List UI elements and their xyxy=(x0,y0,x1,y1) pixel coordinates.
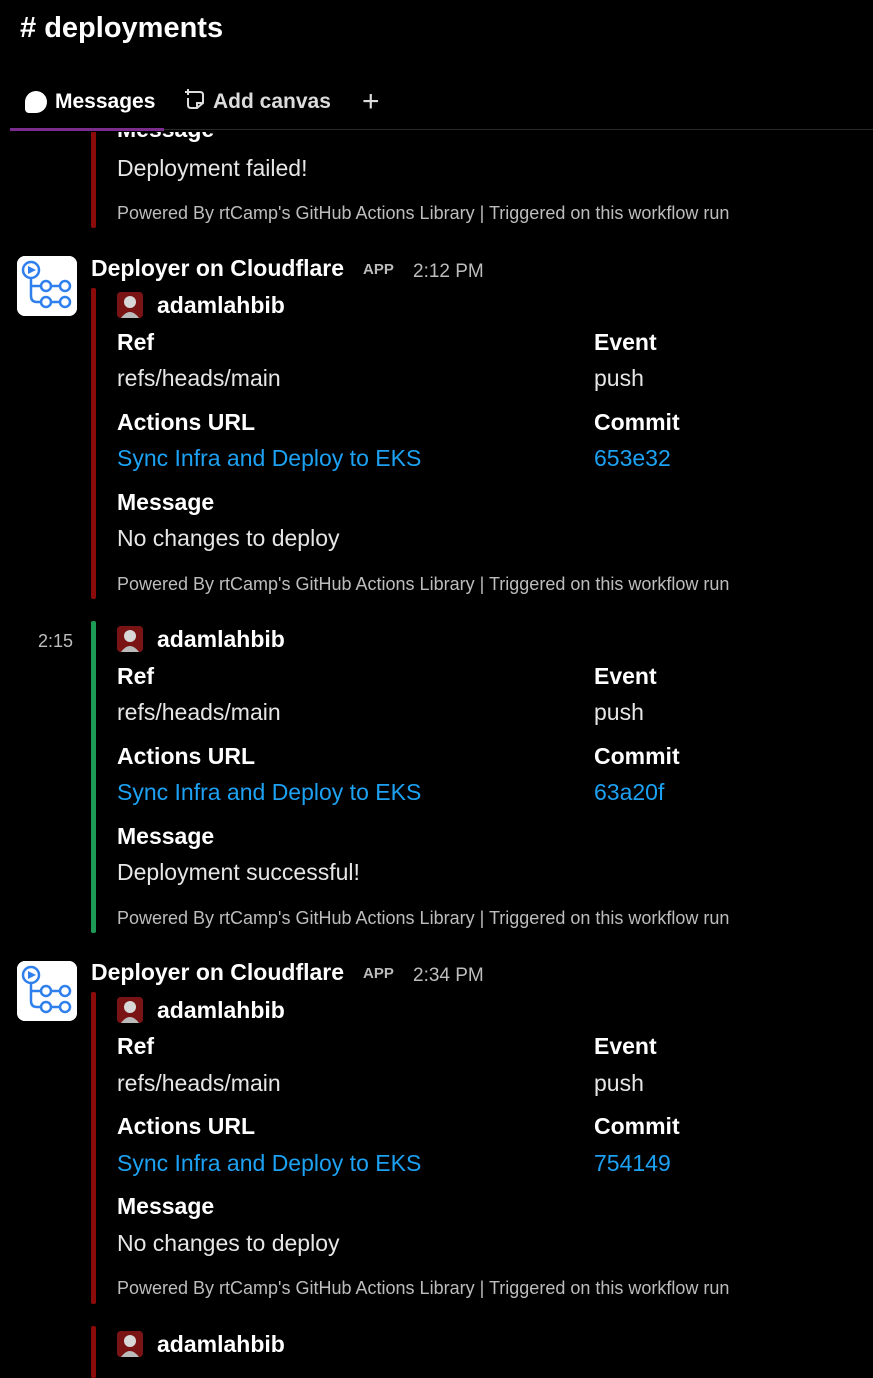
app-avatar[interactable] xyxy=(17,256,77,316)
message-timestamp[interactable]: 2:34 PM xyxy=(413,965,484,987)
message-label: Message xyxy=(117,1193,215,1219)
sender-name[interactable]: Deployer on Cloudflare xyxy=(91,255,344,282)
attachment-bar-failed xyxy=(91,128,96,228)
hash-icon: # xyxy=(20,12,37,44)
footer-powered-link[interactable]: Powered By rtCamp's GitHub Actions Libra… xyxy=(117,574,475,594)
message-bubble-icon xyxy=(25,91,47,113)
author-name[interactable]: adamlahbib xyxy=(157,1331,285,1358)
channel-tabs: Messages Add canvas + xyxy=(10,84,873,132)
footer-separator: | xyxy=(479,908,485,928)
attachment-bar-failed xyxy=(91,288,96,599)
footer-separator: | xyxy=(479,1278,485,1298)
author-avatar[interactable] xyxy=(117,1331,143,1357)
workflow-icon xyxy=(17,256,77,316)
commit-link[interactable]: 653e32 xyxy=(594,445,671,472)
ref-label: Ref xyxy=(117,1033,155,1059)
event-label: Event xyxy=(594,663,657,689)
actions-url-label: Actions URL xyxy=(117,1113,255,1139)
channel-header: # deployments Messages Add canvas + xyxy=(0,0,873,132)
footer-triggered-link[interactable]: Triggered on this workflow run xyxy=(489,1278,729,1298)
actions-url-link[interactable]: Sync Infra and Deploy to EKS xyxy=(117,779,421,806)
actions-url-link[interactable]: Sync Infra and Deploy to EKS xyxy=(117,445,421,472)
actions-url-link[interactable]: Sync Infra and Deploy to EKS xyxy=(117,1150,421,1177)
attachment-footer: Powered By rtCamp's GitHub Actions Libra… xyxy=(117,908,729,929)
channel-name: deployments xyxy=(44,12,224,44)
ref-value: refs/heads/main xyxy=(117,365,281,391)
tab-add-canvas-label: Add canvas xyxy=(213,90,331,113)
event-value: push xyxy=(594,699,644,725)
actions-url-label: Actions URL xyxy=(117,409,255,435)
attachment-footer: Powered By rtCamp's GitHub Actions Libra… xyxy=(117,574,729,595)
footer-triggered-link[interactable]: Triggered on this workflow run xyxy=(489,574,729,594)
footer-powered-link[interactable]: Powered By rtCamp's GitHub Actions Libra… xyxy=(117,1278,475,1298)
author-row: adamlahbib xyxy=(117,291,285,319)
commit-label: Commit xyxy=(594,1113,680,1139)
footer-powered-link[interactable]: Powered By rtCamp's GitHub Actions Libra… xyxy=(117,908,475,928)
ref-label: Ref xyxy=(117,329,155,355)
sender-name[interactable]: Deployer on Cloudflare xyxy=(91,959,344,986)
message-label: Message xyxy=(117,823,215,849)
ref-label: Ref xyxy=(117,663,155,689)
event-value: push xyxy=(594,365,644,391)
attachment-bar-success xyxy=(91,621,96,933)
tabs-divider xyxy=(164,129,873,130)
app-badge: APP xyxy=(363,261,394,278)
commit-label: Commit xyxy=(594,409,680,435)
tab-messages-label: Messages xyxy=(55,90,156,113)
ref-value: refs/heads/main xyxy=(117,699,281,725)
tab-add-canvas[interactable]: Add canvas xyxy=(185,84,331,120)
message-value: No changes to deploy xyxy=(117,525,340,551)
attachment-bar-failed xyxy=(91,992,96,1304)
app-avatar[interactable] xyxy=(17,961,77,1021)
author-avatar[interactable] xyxy=(117,626,143,652)
add-tab-button[interactable]: + xyxy=(362,84,380,120)
canvas-add-icon xyxy=(185,88,205,116)
workflow-icon xyxy=(17,961,77,1021)
message-label: Message xyxy=(117,489,215,515)
commit-link[interactable]: 63a20f xyxy=(594,779,664,806)
tab-messages[interactable]: Messages xyxy=(25,84,155,120)
footer-powered-link[interactable]: Powered By rtCamp's GitHub Actions Libra… xyxy=(117,203,475,223)
attachment-footer: Powered By rtCamp's GitHub Actions Libra… xyxy=(117,203,729,224)
footer-triggered-link[interactable]: Triggered on this workflow run xyxy=(489,908,729,928)
message-value: Deployment successful! xyxy=(117,859,360,885)
attachment-bar-failed xyxy=(91,1326,96,1378)
message-value: No changes to deploy xyxy=(117,1230,340,1256)
footer-separator: | xyxy=(479,574,485,594)
author-name[interactable]: adamlahbib xyxy=(157,626,285,653)
message-feed[interactable]: Message Deployment failed! Powered By rt… xyxy=(0,0,873,1378)
message-value: Deployment failed! xyxy=(117,155,308,181)
author-avatar[interactable] xyxy=(117,292,143,318)
commit-label: Commit xyxy=(594,743,680,769)
author-row: adamlahbib xyxy=(117,1330,285,1358)
app-badge: APP xyxy=(363,965,394,982)
footer-triggered-link[interactable]: Triggered on this workflow run xyxy=(489,203,729,223)
author-name[interactable]: adamlahbib xyxy=(157,292,285,319)
author-row: adamlahbib xyxy=(117,625,285,653)
ref-value: refs/heads/main xyxy=(117,1070,281,1096)
message-timestamp[interactable]: 2:15 xyxy=(38,631,73,652)
event-label: Event xyxy=(594,1033,657,1059)
channel-title[interactable]: # deployments xyxy=(20,12,223,45)
message-timestamp[interactable]: 2:12 PM xyxy=(413,261,484,283)
attachment-footer: Powered By rtCamp's GitHub Actions Libra… xyxy=(117,1278,729,1299)
event-label: Event xyxy=(594,329,657,355)
active-tab-indicator xyxy=(10,128,164,131)
author-avatar[interactable] xyxy=(117,997,143,1023)
author-row: adamlahbib xyxy=(117,996,285,1024)
footer-separator: | xyxy=(479,203,485,223)
commit-link[interactable]: 754149 xyxy=(594,1150,671,1177)
actions-url-label: Actions URL xyxy=(117,743,255,769)
event-value: push xyxy=(594,1070,644,1096)
author-name[interactable]: adamlahbib xyxy=(157,997,285,1024)
